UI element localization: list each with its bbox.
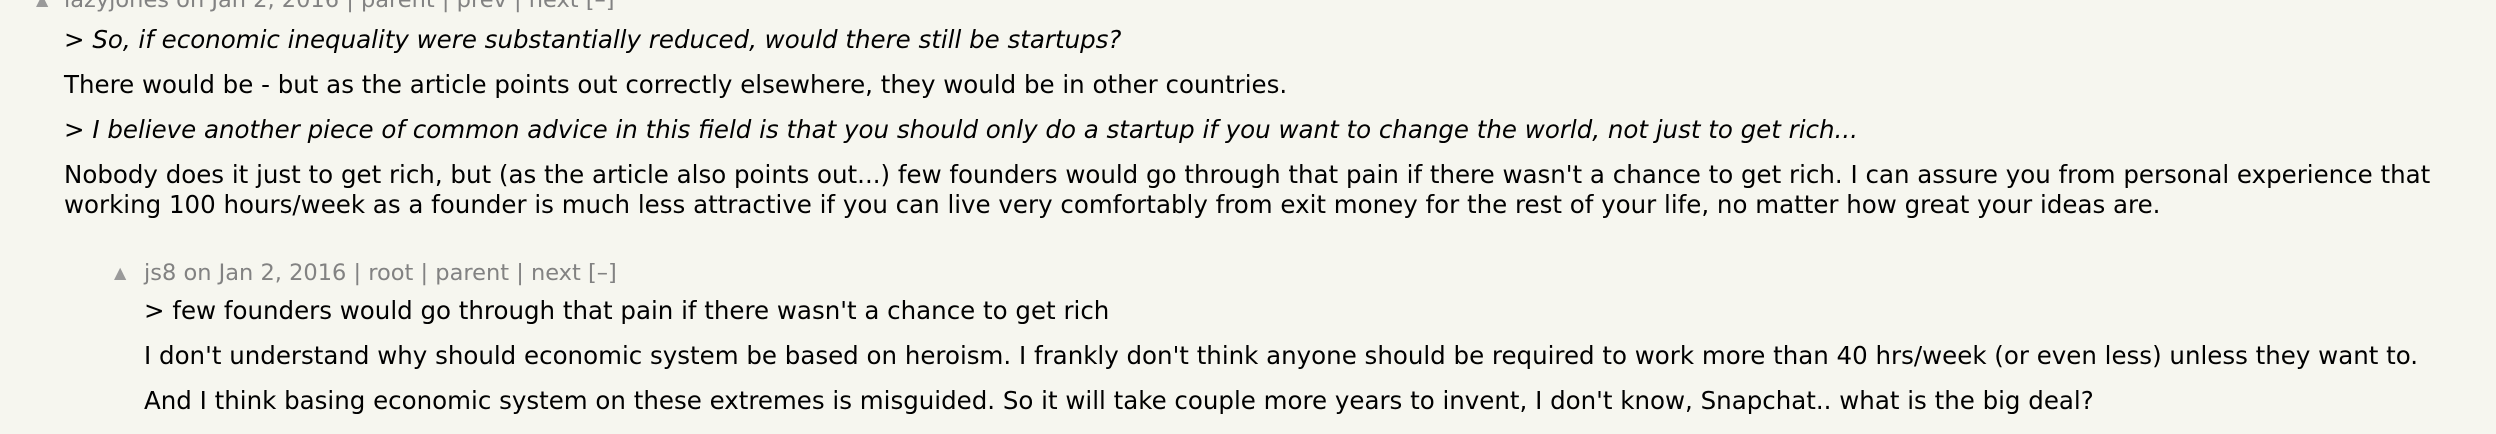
separator: |	[514, 0, 522, 13]
comment-text: Nobody does it just to get rich, but (as…	[64, 160, 2431, 219]
comment-quote: > So, if economic inequality were substa…	[64, 25, 1122, 54]
separator: |	[420, 260, 429, 286]
separator: |	[346, 0, 354, 13]
comment-meta: lazyjones on Jan 2, 2016 | parent | prev…	[64, 0, 615, 14]
comment-text: I don't understand why should economic s…	[144, 341, 2419, 370]
parent-link[interactable]: parent	[435, 260, 509, 286]
separator: |	[516, 260, 524, 286]
comment-user-link[interactable]: lazyjones	[64, 0, 169, 13]
comment-meta: js8 on Jan 2, 2016 | root | parent | nex…	[144, 259, 617, 287]
comment-user-link[interactable]: js8	[144, 260, 176, 286]
root-link[interactable]: root	[368, 260, 413, 286]
comment-quote: > few founders would go through that pai…	[144, 296, 1110, 325]
comment-time-link[interactable]: on Jan 2, 2016	[176, 0, 339, 13]
next-link[interactable]: next	[531, 260, 581, 286]
collapse-toggle[interactable]: [–]	[586, 0, 615, 13]
separator: |	[353, 260, 362, 286]
prev-link[interactable]: prev	[457, 0, 507, 13]
comment-text: There would be - but as the article poin…	[64, 70, 1288, 99]
comment-quote: > I believe another piece of common advi…	[64, 115, 1858, 144]
comment-time-link[interactable]: on Jan 2, 2016	[183, 260, 346, 286]
separator: |	[441, 0, 450, 13]
comment-text: And I think basing economic system on th…	[144, 386, 2094, 415]
upvote-icon[interactable]: ▲	[36, 0, 48, 14]
parent-link[interactable]: parent	[361, 0, 435, 13]
upvote-icon[interactable]: ▲	[114, 259, 126, 287]
collapse-toggle[interactable]: [–]	[588, 260, 617, 286]
next-link[interactable]: next	[529, 0, 579, 13]
